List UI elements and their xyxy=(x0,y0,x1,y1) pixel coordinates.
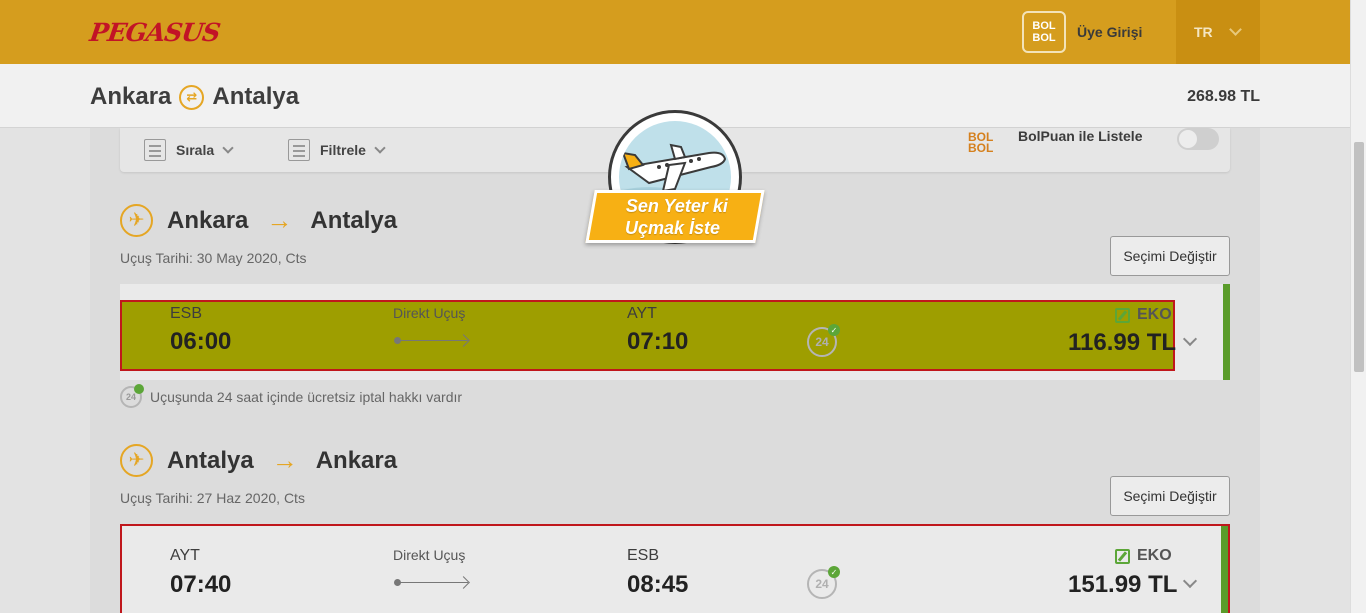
flight-type: Direkt Uçuş xyxy=(393,547,466,563)
arrow-right-icon: → xyxy=(271,445,298,475)
arrival-code: AYT xyxy=(627,305,657,322)
departure-code: ESB xyxy=(170,305,203,322)
free-cancel-24h-icon: 24 ✓ xyxy=(807,566,840,599)
route-destination: Antalya xyxy=(212,83,300,110)
check-icon xyxy=(134,384,144,394)
arrival-code: ESB xyxy=(627,547,660,564)
member-login-link[interactable]: Üye Girişi xyxy=(1077,24,1142,40)
bolpuan-logo-bottom: BOL xyxy=(968,141,994,155)
bolpuan-toggle[interactable] xyxy=(1177,128,1219,150)
scrollbar-thumb[interactable] xyxy=(1354,142,1364,372)
direct-flight-line-icon xyxy=(394,337,468,344)
sort-label: Sırala xyxy=(176,142,215,158)
plane-icon: ✈ xyxy=(120,204,153,237)
chevron-down-icon xyxy=(374,142,386,154)
page-scrollbar[interactable] xyxy=(1350,0,1366,613)
fare-class-label: EKO xyxy=(1137,547,1172,564)
arrow-right-icon: → xyxy=(266,205,293,235)
leg-1-to: Antalya xyxy=(310,206,398,234)
promo-ribbon: Sen Yeter ki Uçmak İste xyxy=(585,190,765,243)
direct-flight-line-icon xyxy=(394,579,468,586)
fare-class-label: EKO xyxy=(1137,306,1172,323)
sort-icon xyxy=(144,139,166,161)
leg-1-date: Uçuş Tarihi: 30 May 2020, Cts xyxy=(120,250,307,266)
selected-indicator xyxy=(1221,526,1228,613)
filter-dropdown[interactable]: Filtrele xyxy=(288,128,386,172)
edit-icon xyxy=(1115,307,1130,323)
departure-code: AYT xyxy=(170,547,200,564)
chevron-down-icon[interactable] xyxy=(1182,331,1198,347)
flight-price: 116.99 TL xyxy=(1068,329,1177,356)
pegasus-logo[interactable]: PEGASUS xyxy=(88,18,222,47)
sort-dropdown[interactable]: Sırala xyxy=(144,128,234,172)
flight-price: 151.99 TL xyxy=(1068,571,1178,598)
edit-icon xyxy=(1115,548,1130,564)
free-cancel-24h-icon: 24 xyxy=(120,384,144,408)
leg-1-flight-card[interactable]: ESB 06:00 Direkt Uçuş AYT 07:10 24 ✓ EKO… xyxy=(120,284,1230,380)
free-cancel-notice: 24 Uçuşunda 24 saat içinde ücretsiz ipta… xyxy=(120,384,463,408)
flight-type: Direkt Uçuş xyxy=(393,305,466,321)
leg-2-to: Ankara xyxy=(315,446,398,474)
departure-time: 07:40 xyxy=(170,571,232,598)
leg-1-change-selection-button[interactable]: Seçimi Değiştir xyxy=(1110,236,1230,276)
bolpuan-logo-icon: BOL BOL xyxy=(968,128,993,158)
fare-class: EKO xyxy=(1115,306,1172,324)
arrival-time: 08:45 xyxy=(627,571,689,598)
round-trip-icon: ⇄ xyxy=(179,84,205,110)
leg-1-heading: ✈ Ankara → Antalya xyxy=(120,204,397,237)
route-origin: Ankara xyxy=(90,83,172,110)
check-icon: ✓ xyxy=(828,324,840,336)
leg-2-from: Antalya xyxy=(167,446,254,474)
promo-line-1: Sen Yeter ki xyxy=(625,195,728,216)
bolbol-logo-icon[interactable]: BOL BOL xyxy=(1022,11,1066,53)
free-cancel-24h-icon: 24 ✓ xyxy=(807,324,840,357)
cancel-badge-label: 24 xyxy=(815,335,829,349)
language-selector[interactable]: TR xyxy=(1176,0,1260,64)
leg-2-heading: ✈ Antalya → Ankara xyxy=(120,444,397,477)
filter-label: Filtrele xyxy=(320,142,366,158)
route-title: Ankara ⇄ Antalya xyxy=(90,83,299,111)
selected-indicator xyxy=(1223,284,1230,380)
leg-2-date: Uçuş Tarihi: 27 Haz 2020, Cts xyxy=(120,490,305,506)
leg-1-from: Ankara xyxy=(167,206,249,234)
arrival-time: 07:10 xyxy=(627,328,689,355)
departure-time: 06:00 xyxy=(170,328,232,355)
language-label: TR xyxy=(1194,24,1213,40)
top-header: PEGASUS BOL BOL Üye Girişi TR xyxy=(0,0,1350,64)
bolbol-logo-top: BOL xyxy=(1032,20,1056,32)
plane-icon: ✈ xyxy=(120,444,153,477)
promo-badge[interactable]: Sen Yeter ki Uçmak İste xyxy=(585,110,766,250)
cancel-badge-label: 24 xyxy=(815,577,829,591)
leg-2-change-selection-button[interactable]: Seçimi Değiştir xyxy=(1110,476,1230,516)
free-cancel-text: Uçuşunda 24 saat içinde ücretsiz iptal h… xyxy=(150,389,463,405)
fare-class: EKO xyxy=(1115,547,1172,565)
promo-line-2: Uçmak İste xyxy=(625,217,721,238)
chevron-down-icon xyxy=(1228,23,1242,36)
total-price: 268.98 TL xyxy=(1187,88,1260,105)
chevron-down-icon[interactable] xyxy=(1182,573,1198,589)
bolbol-logo-bottom: BOL xyxy=(1032,32,1056,44)
bolpuan-label: BolPuan ile Listele xyxy=(1018,128,1143,144)
filter-icon xyxy=(288,139,310,161)
chevron-down-icon xyxy=(222,142,234,154)
check-icon: ✓ xyxy=(828,566,840,578)
leg-2-flight-card[interactable]: AYT 07:40 Direkt Uçuş ESB 08:45 24 ✓ EKO… xyxy=(120,524,1230,613)
